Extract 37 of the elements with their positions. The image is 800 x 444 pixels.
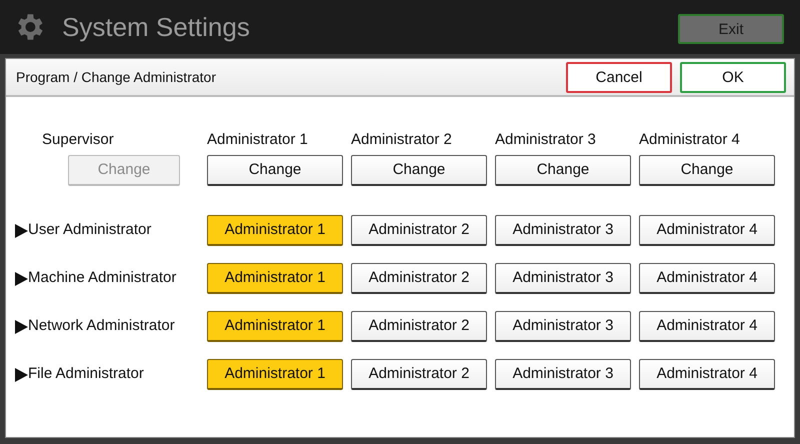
administrator-option[interactable]: Administrator 4	[639, 311, 775, 342]
row-label: User Administrator	[28, 220, 152, 240]
administrator-option[interactable]: Administrator 1	[207, 359, 343, 390]
administrator-option[interactable]: Administrator 1	[207, 215, 343, 246]
window-title: System Settings	[62, 10, 250, 44]
administrator-option[interactable]: Administrator 4	[639, 263, 775, 294]
column-label: Administrator 3	[495, 130, 597, 149]
cancel-button[interactable]: Cancel	[566, 62, 672, 92]
administrator-option[interactable]: Administrator 2	[351, 263, 487, 294]
administrator-option[interactable]: Administrator 2	[351, 359, 487, 390]
administrator-option[interactable]: Administrator 3	[495, 311, 631, 342]
change-button[interactable]: Change	[207, 155, 343, 186]
row-label: Network Administrator	[28, 316, 175, 336]
change-button[interactable]: Change	[639, 155, 775, 186]
administrator-option[interactable]: Administrator 3	[495, 359, 631, 390]
administrator-option[interactable]: Administrator 3	[495, 215, 631, 246]
row-label: Machine Administrator	[28, 268, 176, 288]
column-label: Administrator 1	[207, 130, 309, 149]
triangle-icon	[15, 224, 28, 238]
administrator-option[interactable]: Administrator 1	[207, 311, 343, 342]
change-button[interactable]: Change	[351, 155, 487, 186]
triangle-icon	[15, 272, 28, 286]
dialog-title: Program / Change Administrator	[16, 68, 216, 87]
administrator-option[interactable]: Administrator 3	[495, 263, 631, 294]
ok-button[interactable]: OK	[680, 62, 786, 92]
administrator-option[interactable]: Administrator 4	[639, 359, 775, 390]
triangle-icon	[15, 368, 28, 382]
column-label: Supervisor	[41, 130, 115, 149]
change-button[interactable]: Change	[495, 155, 631, 186]
column-label: Administrator 2	[351, 130, 453, 149]
administrator-option[interactable]: Administrator 4	[639, 215, 775, 246]
administrator-option[interactable]: Administrator 2	[351, 215, 487, 246]
administrator-option[interactable]: Administrator 1	[207, 263, 343, 294]
column-label: Administrator 4	[639, 130, 741, 149]
administrator-option[interactable]: Administrator 2	[351, 311, 487, 342]
triangle-icon	[15, 320, 28, 334]
row-label: File Administrator	[28, 364, 144, 384]
